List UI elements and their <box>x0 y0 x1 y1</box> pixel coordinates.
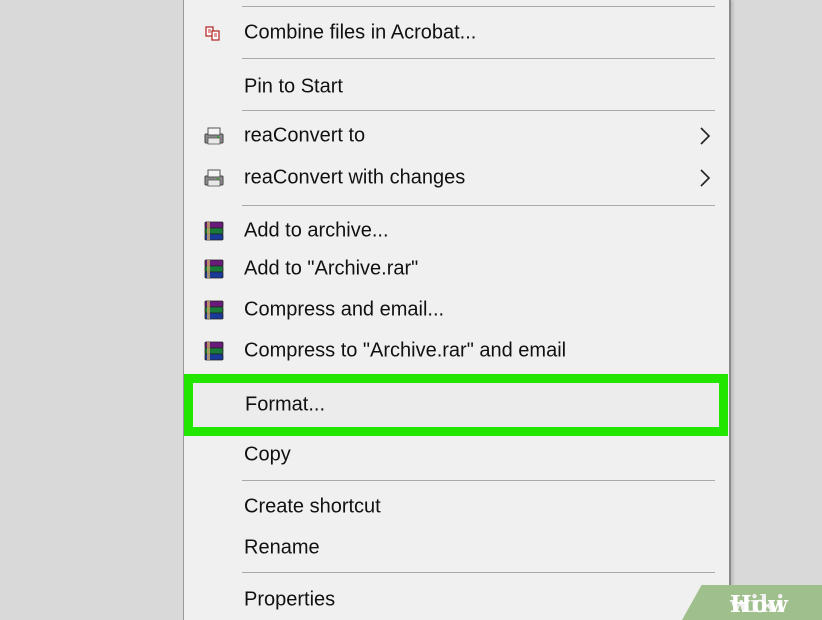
menu-item-create-shortcut[interactable]: Create shortcut <box>184 487 729 527</box>
menu-item-reaconvert-with-changes[interactable]: reaConvert with changes <box>184 158 729 198</box>
chevron-right-icon <box>699 168 711 188</box>
menu-item-label: Add to archive... <box>244 219 389 242</box>
menu-separator <box>242 6 715 7</box>
menu-item-label: Combine files in Acrobat... <box>244 21 477 44</box>
menu-separator <box>242 110 715 111</box>
menu-item-label: reaConvert to <box>244 124 366 147</box>
menu-item-label: reaConvert with changes <box>244 166 466 189</box>
menu-item-label: Add to "Archive.rar" <box>244 257 419 280</box>
winrar-icon <box>202 219 226 243</box>
menu-item-label: Create shortcut <box>244 495 381 518</box>
menu-item-properties[interactable]: Properties <box>184 580 729 620</box>
menu-item-compress-and-email[interactable]: Compress and email... <box>184 290 729 330</box>
menu-item-copy[interactable]: Copy <box>184 435 729 475</box>
menu-item-rename[interactable]: Rename <box>184 528 729 568</box>
menu-item-label: Compress to "Archive.rar" and email <box>244 339 567 362</box>
menu-item-add-to-archive[interactable]: Add to archive... <box>184 211 729 251</box>
menu-item-label: Pin to Start <box>244 75 343 98</box>
reaconvert-icon <box>202 124 226 148</box>
acrobat-combine-icon <box>202 21 226 45</box>
menu-item-combine-acrobat[interactable]: Combine files in Acrobat... <box>184 13 729 53</box>
winrar-icon <box>202 298 226 322</box>
menu-item-label: Copy <box>244 443 291 466</box>
menu-separator <box>242 58 715 59</box>
menu-item-add-to-archive-rar[interactable]: Add to "Archive.rar" <box>184 249 729 289</box>
wikihow-watermark: wiki How <box>682 585 822 620</box>
chevron-right-icon <box>699 126 711 146</box>
menu-separator <box>242 572 715 573</box>
menu-separator <box>242 205 715 206</box>
menu-item-label: Compress and email... <box>244 298 445 321</box>
menu-separator <box>242 480 715 481</box>
menu-item-format[interactable]: Format... <box>184 374 728 436</box>
context-menu: Combine files in Acrobat... Pin to Start… <box>183 0 731 620</box>
menu-item-label: Properties <box>244 588 336 611</box>
menu-item-label: Rename <box>244 536 320 559</box>
menu-item-pin-to-start[interactable]: Pin to Start <box>184 67 729 107</box>
winrar-icon <box>202 339 226 363</box>
menu-item-label: Format... <box>245 393 326 416</box>
menu-item-reaconvert-to[interactable]: reaConvert to <box>184 116 729 156</box>
menu-item-compress-to-archive-and-email[interactable]: Compress to "Archive.rar" and email <box>184 331 729 371</box>
reaconvert-icon <box>202 166 226 190</box>
winrar-icon <box>202 257 226 281</box>
